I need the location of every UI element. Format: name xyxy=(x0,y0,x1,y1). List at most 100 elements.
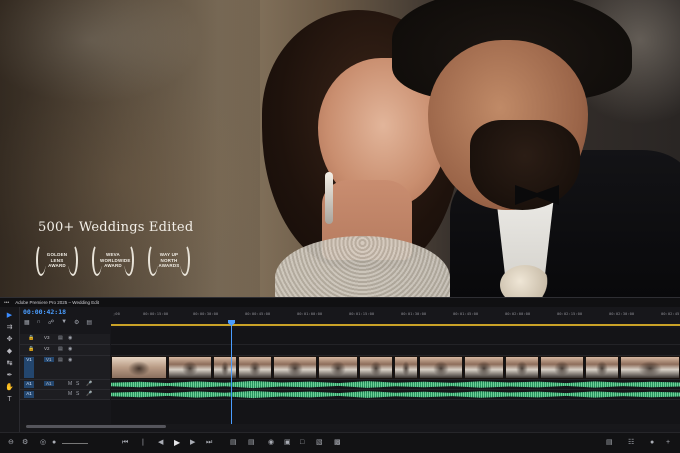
video-clip[interactable] xyxy=(359,356,393,379)
sync-lock-icon[interactable]: ▤ xyxy=(58,335,63,341)
nest-icon[interactable]: ▦ xyxy=(24,319,30,326)
lane-v3[interactable] xyxy=(111,334,680,345)
ruler-tick: 00:02:15:00 xyxy=(557,311,583,316)
video-clip[interactable] xyxy=(394,356,418,379)
lane-a1[interactable] xyxy=(111,380,680,390)
pen-tool-icon[interactable]: ✒ xyxy=(4,371,16,381)
video-clip[interactable] xyxy=(419,356,463,379)
video-clip[interactable] xyxy=(111,356,167,379)
scrollbar-thumb[interactable] xyxy=(26,425,166,428)
ruler-tick: 00:01:45:00 xyxy=(453,311,479,316)
solo-icon[interactable]: S xyxy=(76,391,79,397)
button-editor-icon[interactable]: ☷ xyxy=(628,438,634,448)
solo-icon[interactable]: S xyxy=(76,381,79,387)
step-forward-icon[interactable]: ▶ xyxy=(190,438,195,448)
ruler-tick: 00:00:30:00 xyxy=(193,311,219,316)
boutonniere xyxy=(500,265,550,300)
track-select-tool-icon[interactable]: ⇉ xyxy=(4,323,16,333)
mute-icon[interactable]: M xyxy=(68,391,72,397)
video-clip[interactable] xyxy=(505,356,539,379)
snap-icon[interactable]: ∩ xyxy=(37,319,41,326)
source-patch-a2[interactable]: A1 xyxy=(24,391,34,398)
mute-icon[interactable]: M xyxy=(68,381,72,387)
lane-v1[interactable] xyxy=(111,356,680,380)
video-clip[interactable] xyxy=(540,356,584,379)
link-icon[interactable]: ☍ xyxy=(48,319,54,326)
eye-icon[interactable]: ◉ xyxy=(68,357,72,363)
go-to-out-icon[interactable]: ⏭ xyxy=(206,438,212,448)
vr-icon[interactable]: ▩ xyxy=(334,438,341,448)
overlay-icon[interactable]: ▧ xyxy=(316,438,323,448)
eye-icon[interactable]: ◉ xyxy=(68,335,72,341)
razor-tool-icon[interactable]: ◆ xyxy=(4,347,16,357)
lift-icon[interactable]: ▤ xyxy=(230,438,237,448)
type-tool-icon[interactable]: T xyxy=(4,395,16,405)
ruler-tick: 00:02:00:00 xyxy=(505,311,531,316)
zoom-out-icon[interactable]: ⊖ xyxy=(8,438,14,448)
compare-icon[interactable]: ▣ xyxy=(284,438,291,448)
lock-icon[interactable]: 🔒 xyxy=(28,335,34,341)
mic-icon[interactable]: 🎤 xyxy=(86,381,92,387)
menu-icon[interactable]: ••• xyxy=(4,300,9,306)
safe-margins-icon[interactable]: □ xyxy=(300,438,304,448)
track-header-a2[interactable]: A1 M S 🎤 xyxy=(20,390,110,400)
track-label: V2 xyxy=(44,346,50,351)
captions-icon[interactable]: ▤ xyxy=(86,319,92,326)
sync-lock-icon[interactable]: ▤ xyxy=(58,357,63,363)
sync-lock-icon[interactable]: ▤ xyxy=(58,346,63,352)
timeline-scrollbar[interactable] xyxy=(20,424,680,429)
marker-icon[interactable]: ▼ xyxy=(61,319,67,326)
audio-clip[interactable] xyxy=(111,380,680,389)
record-icon[interactable]: ● xyxy=(650,438,654,448)
source-patch-v1[interactable]: V1 xyxy=(24,357,34,378)
tools-panel: ▶ ⇉ ✥ ◆ ↹ ✒ ✋ T xyxy=(0,307,20,432)
video-clip[interactable] xyxy=(168,356,212,379)
transport-bar: ⊖ ⚙ ◎ ● ⏮ ❘ ◀ ▶ ▶ ⏭ ▤ ▤ ◉ ▣ □ ▧ ▩ ▤ ☷ ● … xyxy=(0,432,680,453)
earring xyxy=(325,172,333,224)
extract-icon[interactable]: ▤ xyxy=(248,438,255,448)
video-clip[interactable] xyxy=(273,356,317,379)
lane-a2[interactable] xyxy=(111,390,680,400)
playhead-timecode[interactable]: 00:00:42:18 xyxy=(23,308,66,316)
video-clip[interactable] xyxy=(238,356,272,379)
timeline-tracks[interactable] xyxy=(111,328,680,424)
go-to-in-icon[interactable]: ⏮ xyxy=(122,438,128,448)
video-clip[interactable] xyxy=(620,356,680,379)
slip-tool-icon[interactable]: ↹ xyxy=(4,359,16,369)
track-header-a1[interactable]: A1 A1 M S 🎤 xyxy=(20,380,110,390)
zoom-slider[interactable] xyxy=(62,443,88,444)
video-clip[interactable] xyxy=(464,356,504,379)
video-clip[interactable] xyxy=(213,356,237,379)
lock-icon[interactable]: 🔒 xyxy=(28,346,34,352)
hand-tool-icon[interactable]: ✋ xyxy=(4,383,16,393)
time-ruler[interactable]: ;00 00:00:15:00 00:00:30:00 00:00:45:00 … xyxy=(111,311,680,321)
zoom-in-icon[interactable]: ◎ xyxy=(40,438,46,448)
ruler-tick: 00:00:15:00 xyxy=(143,311,169,316)
ripple-edit-tool-icon[interactable]: ✥ xyxy=(4,335,16,345)
play-button[interactable]: ▶ xyxy=(174,438,180,448)
eye-icon[interactable]: ◉ xyxy=(68,346,72,352)
award-golden-lens: GOLDEN LENS AWARD xyxy=(36,244,78,278)
video-clip[interactable] xyxy=(318,356,358,379)
lane-v2[interactable] xyxy=(111,345,680,356)
mark-icon[interactable]: ❘ xyxy=(140,438,146,448)
work-area-bar[interactable] xyxy=(111,324,680,326)
ruler-tick: ;00 xyxy=(113,311,120,316)
video-clip[interactable] xyxy=(585,356,619,379)
settings-icon[interactable]: ⚙ xyxy=(22,438,28,448)
playhead[interactable] xyxy=(231,322,232,424)
track-header-v3[interactable]: V3 🔒 ▤ ◉ xyxy=(20,334,110,345)
selection-tool-icon[interactable]: ▶ xyxy=(4,311,16,321)
audio-clip[interactable] xyxy=(111,390,680,399)
track-header-v1[interactable]: V1 V1 ▤ ◉ xyxy=(20,356,110,380)
mic-icon[interactable]: 🎤 xyxy=(86,391,92,397)
source-patch-a1[interactable]: A1 xyxy=(24,381,34,388)
track-header-v2[interactable]: V2 🔒 ▤ ◉ xyxy=(20,345,110,356)
camera-icon[interactable]: ◉ xyxy=(268,438,274,448)
timeline-header: 00:00:42:18 ▦ ∩ ☍ ▼ ⚙ ▤ xyxy=(20,307,110,329)
add-icon[interactable]: + xyxy=(666,438,670,448)
export-frame-icon[interactable]: ▤ xyxy=(606,438,613,448)
step-back-icon[interactable]: ◀ xyxy=(158,438,163,448)
wrench-icon[interactable]: ⚙ xyxy=(74,319,79,326)
zoom-slider-knob[interactable]: ● xyxy=(52,438,56,448)
